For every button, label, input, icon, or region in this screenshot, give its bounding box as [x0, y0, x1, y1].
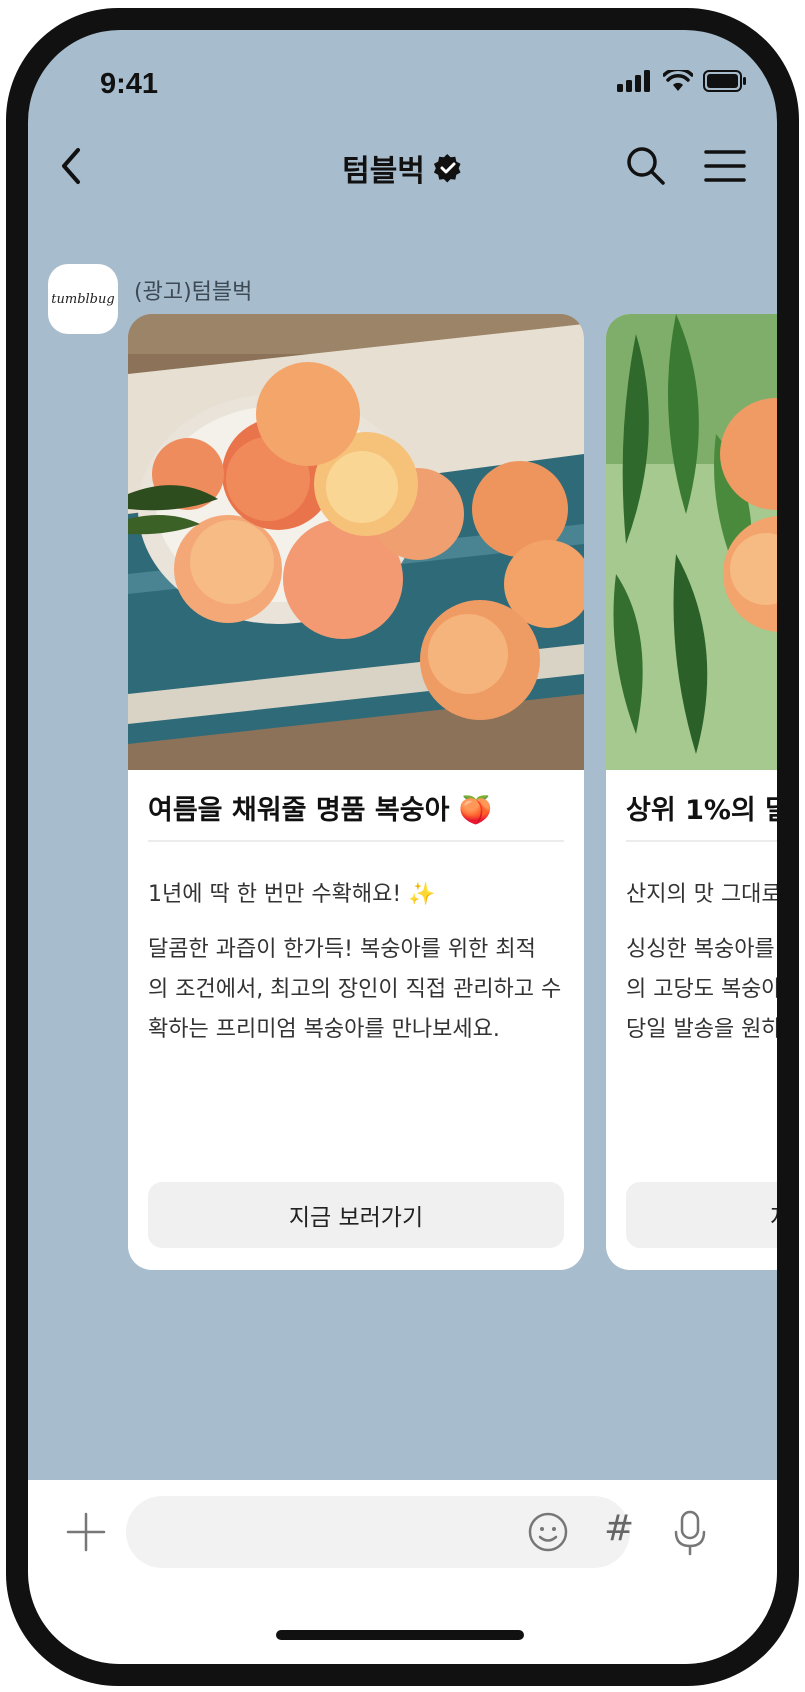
card-title: 여름을 채워줄 명품 복숭아 🍑 [148, 795, 493, 826]
status-time: 9:41 [100, 68, 159, 100]
view-now-button[interactable]: 지금 보러가기 [148, 1182, 564, 1248]
message-input-bar: # [28, 1480, 777, 1664]
card-subtitle: 1년에 딱 한 번만 수확해요! ✨ [148, 882, 436, 907]
ad-card-2[interactable]: 상위 1%의 달 산지의 맛 그대로 싱싱한 복숭아를 의 고당도 복숭아 당일… [606, 314, 777, 1270]
wifi-icon [663, 70, 693, 91]
avatar-logo-text: tumblbug [51, 291, 115, 307]
peaches-in-bowl-image [128, 314, 584, 770]
view-now-button[interactable]: 지 [626, 1182, 777, 1248]
battery-icon [703, 70, 746, 92]
status-icons [617, 70, 747, 92]
hashtag-button[interactable]: # [604, 1508, 634, 1549]
card-divider [148, 840, 564, 842]
phone-frame: 9:41 텀블벅 tumblbug (광고)텀블벅 여름을 채워줄 명품 복숭아… [6, 8, 799, 1686]
search-button[interactable] [624, 144, 668, 188]
menu-button[interactable] [704, 148, 746, 184]
emoji-button[interactable] [526, 1510, 570, 1554]
ad-card[interactable]: 여름을 채워줄 명품 복숭아 🍑 1년에 딱 한 번만 수확해요! ✨ 달콤한 … [128, 314, 584, 1270]
card-description-line: 당일 발송을 원하 [626, 1017, 777, 1042]
menu-icon [704, 150, 746, 182]
peaches-on-tree-image [606, 314, 777, 770]
home-indicator [276, 1630, 524, 1640]
card-divider [626, 840, 777, 842]
mic-button[interactable] [670, 1510, 710, 1556]
sender-name: (광고)텀블벅 [134, 280, 253, 305]
message-input[interactable]: # [126, 1496, 634, 1568]
signal-icon [617, 70, 650, 92]
verified-badge-icon [433, 153, 461, 183]
mic-icon [674, 1510, 706, 1556]
card-title: 상위 1%의 달 [626, 795, 777, 826]
chat-screen: 9:41 텀블벅 tumblbug (광고)텀블벅 여름을 채워줄 명품 복숭아… [28, 30, 777, 1664]
sender-avatar[interactable]: tumblbug [48, 264, 118, 334]
attach-button[interactable] [64, 1510, 108, 1554]
card-description: 달콤한 과즙이 한가득! 복숭아를 위한 최적 의 조건에서, 최고의 장인이 … [148, 937, 562, 1042]
channel-name: 텀블벅 [342, 154, 425, 189]
card-subtitle: 산지의 맛 그대로 [626, 882, 777, 907]
plus-icon [66, 1512, 106, 1552]
emoji-icon [528, 1512, 568, 1552]
card-description: 싱싱한 복숭아를 의 고당도 복숭아 당일 발송을 원하 [626, 930, 777, 1050]
card-description-line: 싱싱한 복숭아를 [626, 937, 775, 962]
search-icon [627, 147, 665, 185]
card-description-line: 의 고당도 복숭아 [626, 977, 777, 1002]
